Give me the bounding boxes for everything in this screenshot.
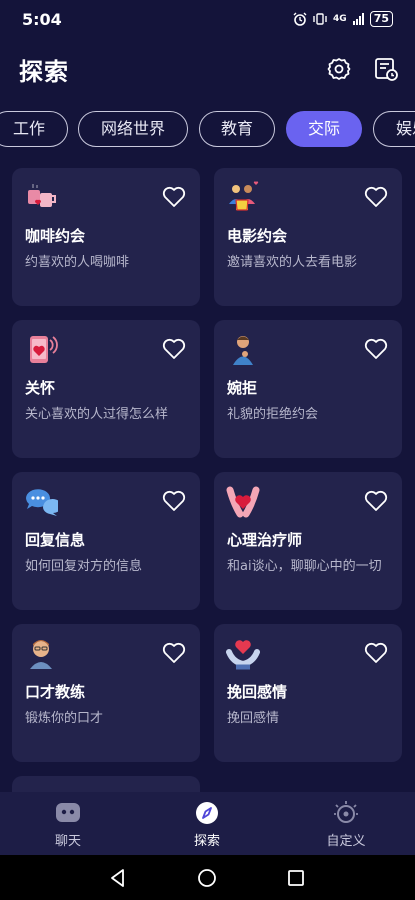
- nav-custom-label: 自定义: [326, 834, 366, 849]
- compass-icon: [196, 802, 218, 824]
- favorite-heart-icon[interactable]: [162, 338, 186, 360]
- chat-bubbles-icon: [26, 489, 58, 516]
- app-header: 探索: [0, 44, 415, 94]
- card-movie-date[interactable]: 电影约会 邀请喜欢的人去看电影: [214, 168, 402, 306]
- card-coffee-date[interactable]: 咖啡约会 约喜欢的人喝咖啡: [12, 168, 200, 306]
- card-title: 回复信息: [25, 531, 86, 549]
- back-triangle-icon[interactable]: [108, 868, 128, 888]
- tab-entertainment[interactable]: 娱乐: [373, 111, 415, 147]
- card-description: 挽回感情: [227, 711, 280, 726]
- favorite-heart-icon[interactable]: [162, 186, 186, 208]
- card-description: 礼貌的拒绝约会: [227, 407, 319, 422]
- favorite-heart-icon[interactable]: [364, 186, 388, 208]
- favorite-heart-icon[interactable]: [162, 490, 186, 512]
- card-decline[interactable]: 婉拒 礼貌的拒绝约会: [214, 320, 402, 458]
- phone-heart-icon: [30, 336, 58, 363]
- settings-gear-icon[interactable]: [326, 56, 352, 82]
- status-bar: 5:04 4G 75: [0, 0, 415, 40]
- card-description: 和ai谈心，聊聊心中的一切: [227, 559, 382, 574]
- coach-avatar-icon: [30, 640, 52, 669]
- robot-chat-icon: [56, 803, 80, 822]
- nav-custom[interactable]: 自定义: [306, 800, 386, 849]
- tab-education[interactable]: 教育: [199, 111, 275, 147]
- status-time: 5:04: [22, 10, 62, 29]
- card-speech-coach[interactable]: 口才教练 锻炼你的口才: [12, 624, 200, 762]
- lightbulb-icon: [334, 801, 358, 823]
- hug-heart-icon: [226, 486, 260, 518]
- favorite-heart-icon[interactable]: [364, 642, 388, 664]
- favorite-heart-icon[interactable]: [364, 490, 388, 512]
- card-title: 婉拒: [227, 379, 258, 397]
- favorite-heart-icon[interactable]: [364, 338, 388, 360]
- tab-work[interactable]: 工作: [0, 111, 68, 147]
- battery-icon: 75: [369, 11, 393, 27]
- coffee-cups-icon: [28, 184, 56, 207]
- nav-explore[interactable]: 探索: [167, 800, 247, 849]
- card-description: 约喜欢的人喝咖啡: [25, 255, 130, 270]
- card-title: 电影约会: [227, 227, 288, 245]
- signal-icon: [352, 13, 364, 25]
- status-icons: 4G 75: [293, 11, 393, 27]
- card-therapist[interactable]: 心理治疗师 和ai谈心，聊聊心中的一切: [214, 472, 402, 610]
- card-title: 关怀: [25, 379, 56, 397]
- page-title: 探索: [19, 58, 69, 86]
- nav-explore-label: 探索: [193, 834, 220, 849]
- vibrate-icon: [313, 13, 327, 25]
- home-circle-icon[interactable]: [197, 868, 217, 888]
- network-type-label: 4G: [333, 14, 347, 24]
- recents-square-icon[interactable]: [286, 868, 306, 888]
- card-description: 关心喜欢的人过得怎么样: [25, 407, 169, 422]
- favorite-heart-icon[interactable]: [162, 642, 186, 664]
- card-care[interactable]: 关怀 关心喜欢的人过得怎么样: [12, 320, 200, 458]
- card-title: 心理治疗师: [227, 531, 303, 549]
- nav-chat[interactable]: 聊天: [28, 800, 108, 849]
- tab-online-world[interactable]: 网络世界: [78, 111, 188, 147]
- card-reply-message[interactable]: 回复信息 如何回复对方的信息: [12, 472, 200, 610]
- alarm-icon: [293, 12, 307, 26]
- card-win-back[interactable]: 挽回感情 挽回感情: [214, 624, 402, 762]
- history-list-icon[interactable]: [373, 56, 399, 82]
- card-title: 咖啡约会: [25, 227, 86, 245]
- tab-social[interactable]: 交际: [286, 111, 362, 147]
- category-tabs: 工作 网络世界 教育 交际 娱乐: [0, 111, 415, 149]
- movie-date-icon: [229, 181, 259, 211]
- bottom-nav: 聊天 探索 自定义: [0, 792, 415, 855]
- hands-heart-icon: [226, 640, 260, 670]
- card-description: 锻炼你的口才: [25, 711, 104, 726]
- system-nav-bar: [0, 855, 415, 900]
- card-description: 邀请喜欢的人去看电影: [227, 255, 358, 270]
- card-title: 口才教练: [25, 683, 86, 701]
- thinking-person-icon: [233, 336, 253, 365]
- card-description: 如何回复对方的信息: [25, 559, 143, 574]
- nav-chat-label: 聊天: [54, 834, 81, 849]
- card-title: 挽回感情: [227, 683, 288, 701]
